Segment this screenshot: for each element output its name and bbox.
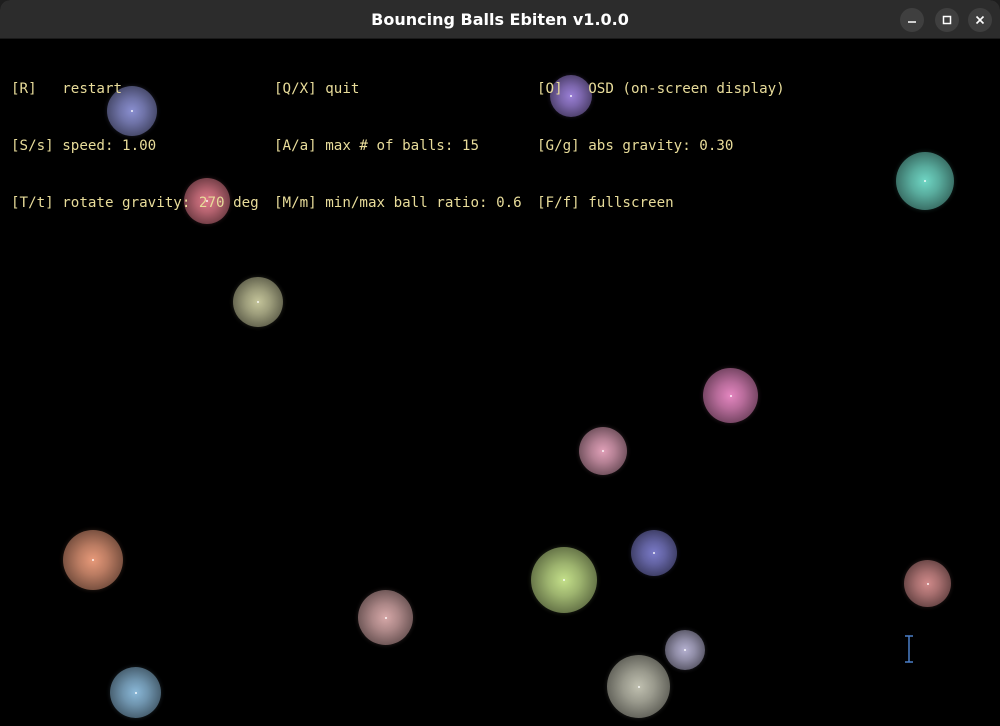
ball <box>631 530 677 576</box>
close-button[interactable] <box>968 8 992 32</box>
minimize-icon <box>908 21 916 23</box>
osd-restart: [R] restart <box>11 81 123 97</box>
maximize-icon <box>942 15 952 25</box>
ball <box>233 277 283 327</box>
ball <box>63 530 123 590</box>
ball <box>904 560 951 607</box>
osd-quit: [Q/X] quit <box>274 81 360 97</box>
osd-fullscreen: [F/f] fullscreen <box>537 195 674 211</box>
ball <box>896 152 954 210</box>
text-cursor-icon <box>905 635 913 663</box>
ball <box>579 427 627 475</box>
osd-toggle: [O] OSD (on-screen display) <box>537 81 785 97</box>
ball <box>703 368 758 423</box>
osd-rotate-gravity: [T/t] rotate gravity: 270 deg <box>11 195 259 211</box>
ball <box>607 655 670 718</box>
osd-speed: [S/s] speed: 1.00 <box>11 138 157 154</box>
osd-column-1: [R] restart [S/s] speed: 1.00 [T/t] rota… <box>11 42 259 251</box>
app-window: Bouncing Balls Ebiten v1.0.0 [R] restart… <box>0 0 1000 726</box>
osd-ball-ratio: [M/m] min/max ball ratio: 0.6 <box>274 195 522 211</box>
osd-column-2: [Q/X] quit [A/a] max # of balls: 15 [M/m… <box>274 42 522 251</box>
window-title: Bouncing Balls Ebiten v1.0.0 <box>371 10 629 29</box>
osd-abs-gravity: [G/g] abs gravity: 0.30 <box>537 138 734 154</box>
ball <box>665 630 705 670</box>
close-icon <box>975 15 985 25</box>
game-canvas[interactable]: [R] restart [S/s] speed: 1.00 [T/t] rota… <box>0 39 1000 726</box>
minimize-button[interactable] <box>900 8 924 32</box>
title-bar[interactable]: Bouncing Balls Ebiten v1.0.0 <box>0 0 1000 39</box>
osd-max-balls: [A/a] max # of balls: 15 <box>274 138 479 154</box>
ball <box>531 547 597 613</box>
ball <box>358 590 413 645</box>
maximize-button[interactable] <box>935 8 959 32</box>
ball <box>110 667 161 718</box>
osd-column-3: [O] OSD (on-screen display) [G/g] abs gr… <box>537 42 785 251</box>
